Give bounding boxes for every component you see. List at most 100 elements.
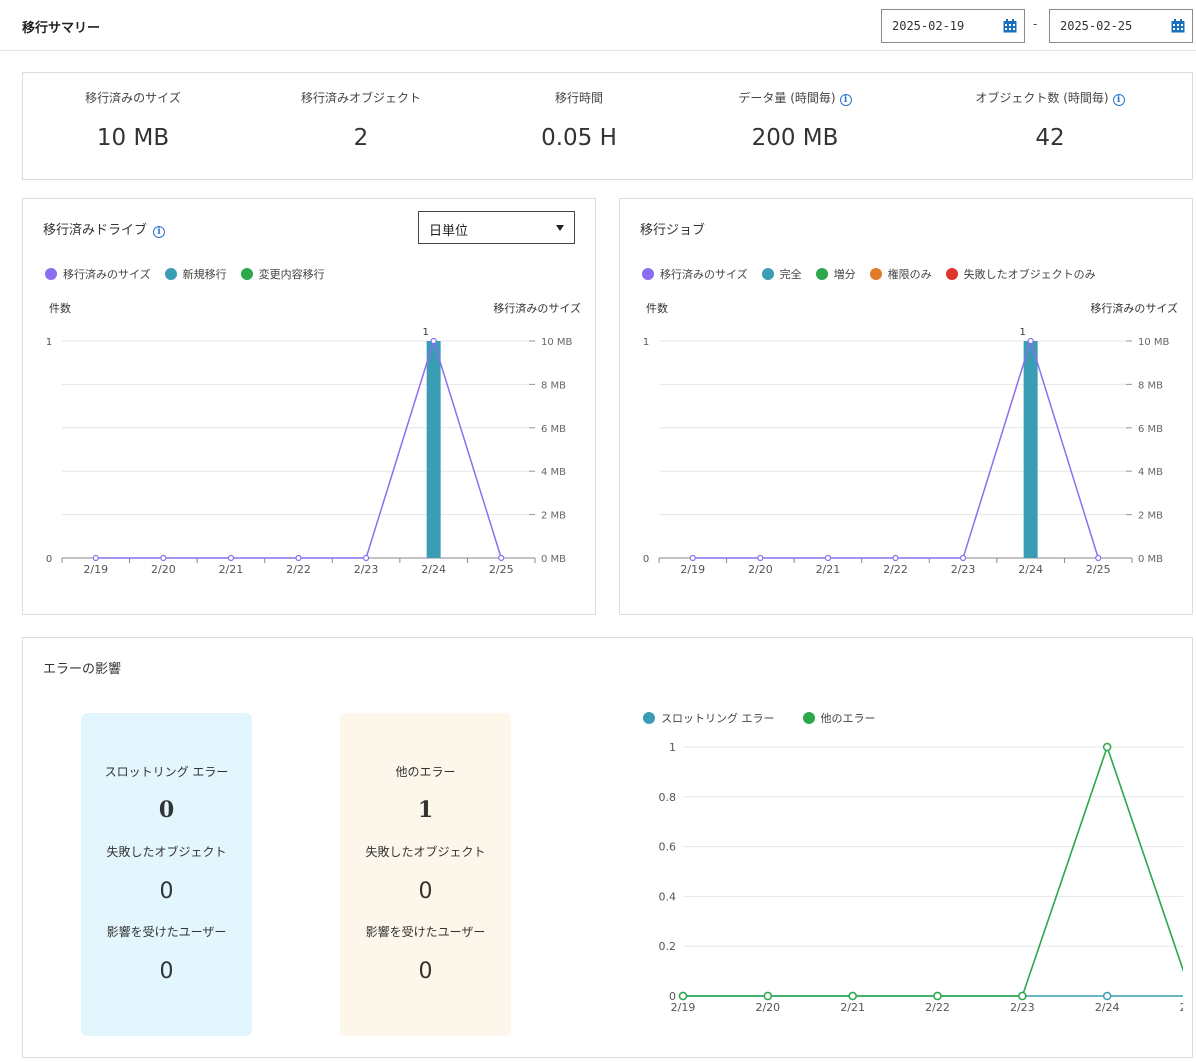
legend-item[interactable]: 新規移行 bbox=[164, 266, 227, 282]
x-tick-label: 2/24 bbox=[1095, 1001, 1120, 1014]
legend-label: 変更内容移行 bbox=[258, 268, 325, 281]
right-tick-label: 0 MB bbox=[1138, 554, 1163, 565]
x-tick-label: 2/25 bbox=[1180, 1001, 1183, 1014]
legend-item[interactable]: 他のエラー bbox=[802, 710, 876, 726]
legend-item[interactable]: 失敗したオブジェクトのみ bbox=[945, 266, 1096, 282]
legend-label: 他のエラー bbox=[820, 712, 876, 725]
failed-objects-value: 0 bbox=[418, 879, 433, 904]
legend-item[interactable]: スロットリング エラー bbox=[643, 710, 775, 726]
y-tick-label: 1 bbox=[669, 741, 676, 754]
x-tick-label: 2/20 bbox=[151, 563, 176, 576]
line-point bbox=[848, 991, 857, 1001]
right-tick-label: 0 MB bbox=[541, 554, 566, 565]
chart-legend: 移行済みのサイズ 完全 増分 権限のみ 失敗したオブジェクトのみ bbox=[642, 266, 1096, 282]
legend-dot bbox=[164, 268, 177, 280]
date-to-value: 2025-02-25 bbox=[1060, 19, 1133, 33]
x-tick-label: 2/24 bbox=[421, 563, 446, 576]
x-tick-label: 2/22 bbox=[286, 563, 311, 576]
legend-item[interactable]: 変更内容移行 bbox=[240, 266, 325, 282]
legend-dot bbox=[869, 268, 882, 280]
line-point bbox=[1102, 991, 1112, 1001]
left-tick-label: 1 bbox=[643, 337, 649, 348]
panel-title: 移行ジョブ bbox=[640, 223, 706, 238]
stat-value: 200 MB bbox=[751, 125, 839, 151]
panel-title: エラーの影響 bbox=[43, 662, 122, 677]
migrated-drives-panel: 移行済みドライブ i 日単位 移行済みのサイズ 新規移行 変更内容移行 件数 移行… bbox=[22, 198, 596, 615]
right-axis-title: 移行済みのサイズ bbox=[493, 302, 581, 315]
legend-label: スロットリング エラー bbox=[661, 712, 775, 725]
info-icon[interactable]: i bbox=[839, 94, 852, 106]
legend-label: 新規移行 bbox=[182, 268, 227, 281]
legend-item[interactable]: 権限のみ bbox=[869, 266, 932, 282]
left-tick-label: 0 bbox=[46, 554, 52, 565]
chart-legend: スロットリング エラー 他のエラー bbox=[643, 710, 876, 726]
right-tick-label: 6 MB bbox=[541, 424, 566, 435]
right-tick-label: 8 MB bbox=[1138, 380, 1163, 391]
affected-users-label: 影響を受けたユーザー bbox=[365, 925, 486, 939]
x-tick-label: 2/21 bbox=[219, 563, 244, 576]
panel-title-text: 移行済みドライブ bbox=[43, 223, 148, 238]
x-tick-label: 2/21 bbox=[816, 563, 841, 576]
legend-item[interactable]: 完全 bbox=[761, 266, 802, 282]
line-point bbox=[892, 554, 899, 562]
line-point bbox=[92, 554, 99, 562]
line-point bbox=[498, 554, 505, 562]
x-tick-label: 2/22 bbox=[925, 1001, 950, 1014]
right-tick-label: 2 MB bbox=[1138, 511, 1163, 522]
x-tick-label: 2/25 bbox=[1086, 563, 1111, 576]
x-tick-label: 2/21 bbox=[840, 1001, 865, 1014]
line-point bbox=[1027, 337, 1034, 345]
x-tick-label: 2/24 bbox=[1018, 563, 1043, 576]
right-tick-label: 6 MB bbox=[1138, 424, 1163, 435]
line-point bbox=[1102, 742, 1112, 752]
right-tick-label: 2 MB bbox=[541, 511, 566, 522]
calendar-icon[interactable] bbox=[1171, 19, 1185, 33]
summary-stats-panel: 移行済みのサイズ 10 MB 移行済みオブジェクト 2 移行時間 0.05 H … bbox=[22, 72, 1193, 180]
card-count: 1 bbox=[417, 797, 434, 823]
line-point bbox=[959, 554, 967, 562]
affected-users-value: 0 bbox=[159, 959, 174, 984]
legend-item[interactable]: 移行済みのサイズ bbox=[642, 266, 748, 282]
right-tick-label: 8 MB bbox=[541, 380, 566, 391]
granularity-select[interactable]: 日単位 bbox=[418, 211, 575, 244]
x-tick-label: 2/25 bbox=[489, 563, 514, 576]
other-error-card[interactable]: 他のエラー 1 失敗したオブジェクト 0 影響を受けたユーザー 0 bbox=[340, 713, 511, 1036]
line-point bbox=[1095, 554, 1102, 562]
line-point bbox=[757, 554, 764, 562]
throttling-error-card[interactable]: スロットリング エラー 0 失敗したオブジェクト 0 影響を受けたユーザー 0 bbox=[81, 713, 252, 1036]
info-icon[interactable]: i bbox=[153, 226, 166, 238]
legend-dot bbox=[802, 712, 815, 724]
line-point bbox=[227, 554, 235, 562]
x-tick-label: 2/23 bbox=[1010, 1001, 1035, 1014]
x-tick-label: 2/22 bbox=[883, 563, 908, 576]
line-point bbox=[362, 554, 370, 562]
left-tick-label: 0 bbox=[643, 554, 649, 565]
legend-item[interactable]: 増分 bbox=[815, 266, 856, 282]
page-title: 移行サマリー bbox=[22, 21, 101, 36]
date-from-input[interactable]: 2025-02-19 bbox=[881, 9, 1025, 43]
granularity-value: 日単位 bbox=[429, 224, 469, 239]
error-trend-chart: 00.20.40.60.812/192/202/212/222/232/242/… bbox=[659, 741, 1183, 1014]
migrated-drives-chart: 0 MB 2 MB 4 MB 6 MB 8 MB 10 MB 0 1 2/19 2/20 2/21 2… bbox=[46, 327, 573, 576]
x-tick-label: 2/23 bbox=[354, 563, 379, 576]
line-point bbox=[160, 554, 167, 562]
right-tick-label: 10 MB bbox=[1138, 337, 1170, 348]
line-point bbox=[295, 554, 302, 562]
line-point bbox=[689, 554, 696, 562]
legend-label: 権限のみ bbox=[887, 268, 932, 281]
stat-label: 移行済みのサイズ bbox=[85, 91, 181, 105]
date-to-input[interactable]: 2025-02-25 bbox=[1049, 9, 1193, 43]
legend-item[interactable]: 移行済みのサイズ bbox=[45, 266, 151, 282]
x-tick-label: 2/20 bbox=[748, 563, 773, 576]
legend-label: 完全 bbox=[779, 268, 802, 281]
info-icon[interactable]: i bbox=[1112, 94, 1125, 106]
bar bbox=[426, 341, 441, 558]
stat-label: オブジェクト数 (時間毎) i bbox=[940, 89, 1160, 106]
stat-label-text: データ量 (時間毎) bbox=[738, 91, 836, 105]
y-tick-label: 0.8 bbox=[659, 791, 677, 804]
legend-label: 移行済みのサイズ bbox=[660, 268, 748, 281]
calendar-icon[interactable] bbox=[1003, 19, 1017, 33]
x-tick-label: 2/20 bbox=[755, 1001, 780, 1014]
stat-value: 0.05 H bbox=[541, 125, 617, 151]
top-bar: 移行サマリー 2025-02-19 - 2025-02-25 bbox=[0, 0, 1196, 51]
